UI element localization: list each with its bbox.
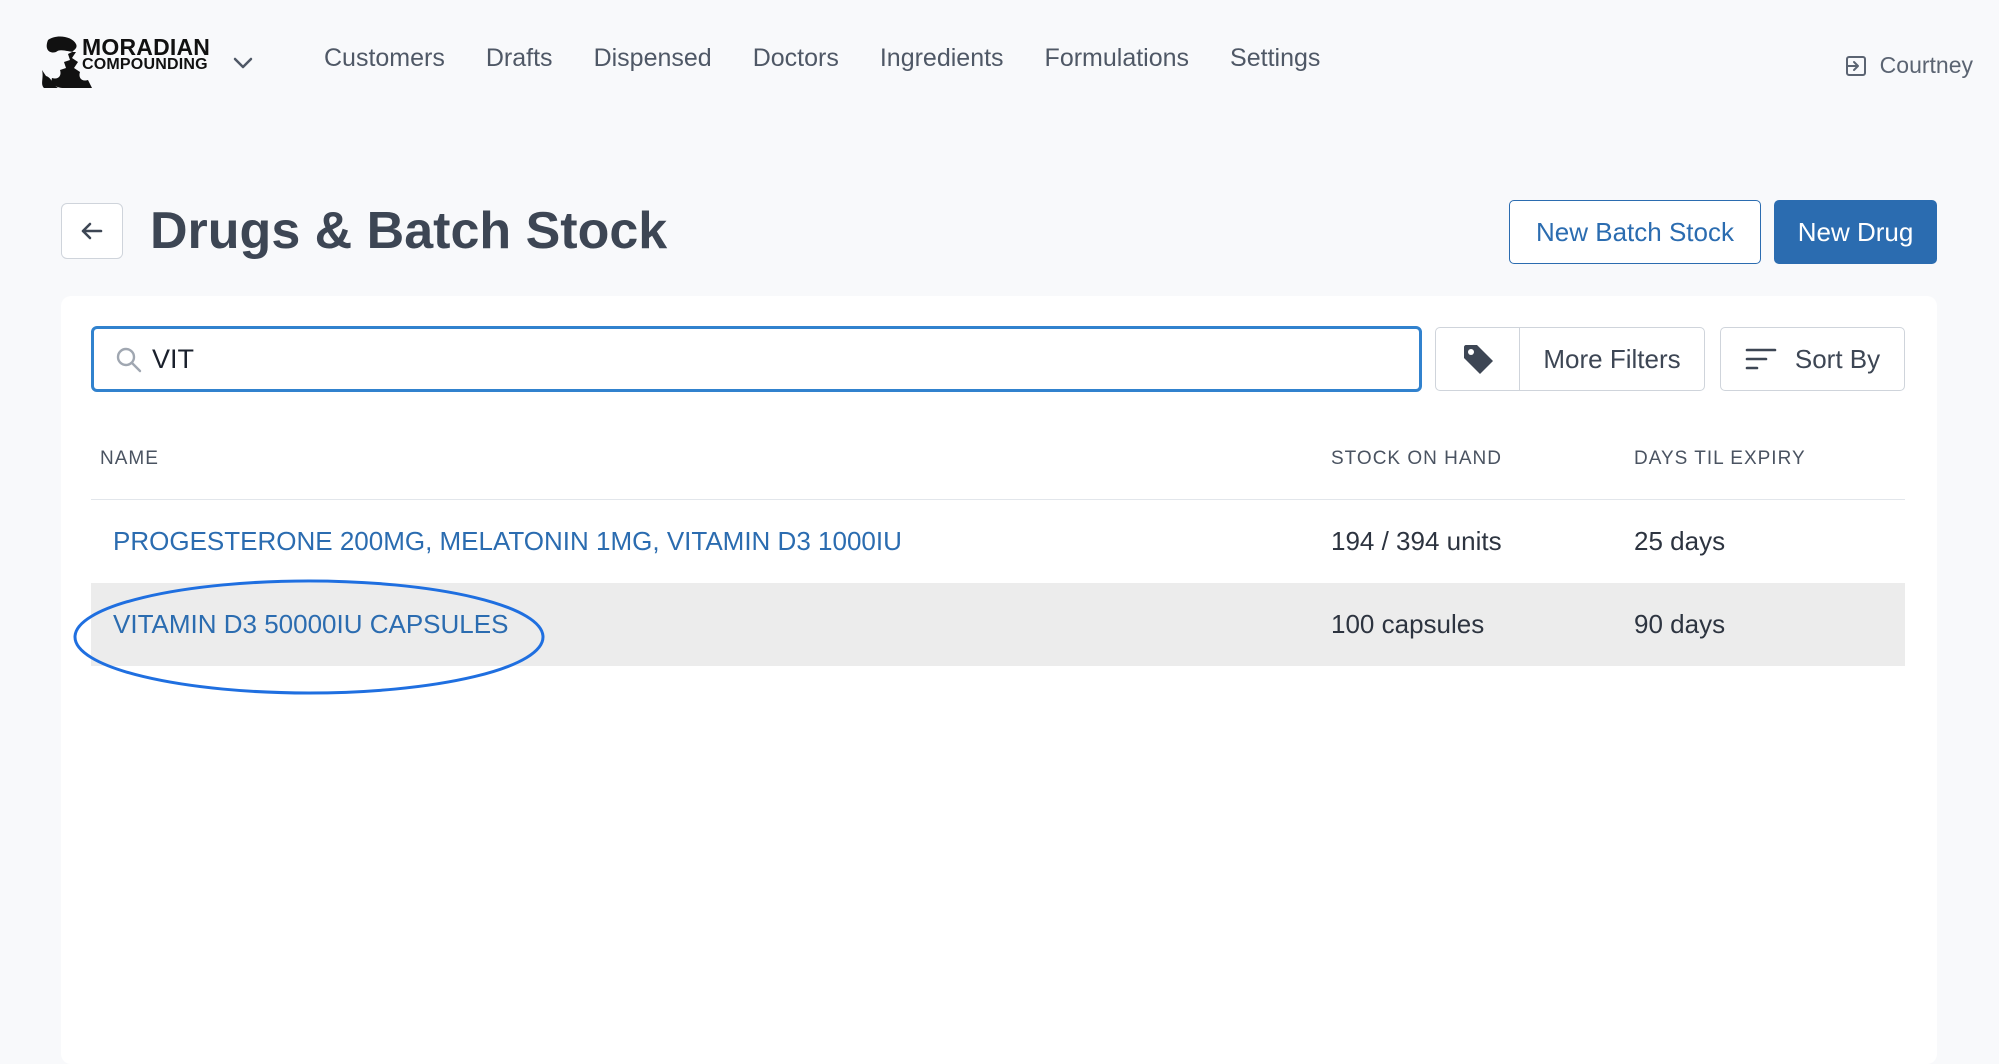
logout-icon [1845,55,1866,76]
nav-settings[interactable]: Settings [1230,44,1320,73]
more-filters-button[interactable]: More Filters [1520,328,1704,390]
column-header-stock[interactable]: STOCK ON HAND [1331,448,1502,470]
chevron-down-icon[interactable] [230,50,256,76]
table-row[interactable]: PROGESTERONE 200MG, MELATONIN 1MG, VITAM… [91,500,1905,583]
page-header: Drugs & Batch Stock New Batch Stock New … [61,200,1937,264]
nav-doctors[interactable]: Doctors [753,44,839,73]
brand-name: MORADIAN COMPOUNDING [82,34,211,74]
nav-drafts[interactable]: Drafts [486,44,553,73]
column-header-expiry[interactable]: DAYS TIL EXPIRY [1634,448,1806,470]
top-navigation: MORADIAN COMPOUNDING Customers Drafts Di… [0,0,1999,130]
drug-name-link[interactable]: VITAMIN D3 50000IU CAPSULES [113,609,508,640]
nav-ingredients[interactable]: Ingredients [880,44,1004,73]
brand-logo[interactable]: MORADIAN COMPOUNDING [38,32,210,92]
sort-by-button[interactable]: Sort By [1720,327,1905,391]
table-row[interactable]: VITAMIN D3 50000IU CAPSULES 100 capsules… [91,583,1905,666]
drugs-table: NAME STOCK ON HAND DAYS TIL EXPIRY PROGE… [91,436,1905,666]
days-til-expiry: 90 days [1634,609,1726,639]
arrow-left-icon [81,222,103,240]
tag-icon [1463,345,1493,374]
tag-filter-button[interactable] [1436,328,1520,390]
user-menu[interactable]: Courtney [1844,52,1973,79]
column-header-name[interactable]: NAME [100,448,159,470]
brand-line-1: MORADIAN [82,34,211,60]
new-drug-button[interactable]: New Drug [1774,200,1937,264]
stock-on-hand: 194 / 394 units [1331,526,1502,556]
search-box[interactable] [91,326,1422,392]
sort-by-label: Sort By [1794,343,1881,374]
nav-dispensed[interactable]: Dispensed [594,44,712,73]
search-input[interactable] [152,337,1392,381]
main-nav: Customers Drafts Dispensed Doctors Ingre… [324,44,1361,73]
drug-name-link[interactable]: PROGESTERONE 200MG, MELATONIN 1MG, VITAM… [113,526,902,557]
table-header: NAME STOCK ON HAND DAYS TIL EXPIRY [91,436,1905,500]
new-batch-stock-button[interactable]: New Batch Stock [1509,200,1761,264]
back-button[interactable] [61,203,123,259]
nav-customers[interactable]: Customers [324,44,445,73]
page-title: Drugs & Batch Stock [150,202,668,260]
sort-lines-icon [1745,348,1777,370]
search-icon [116,347,142,373]
drugs-card: More Filters Sort By NAME STOCK ON HAND … [61,296,1937,1064]
days-til-expiry: 25 days [1634,526,1726,556]
stock-on-hand: 100 capsules [1331,609,1485,639]
brand-line-2: COMPOUNDING [82,56,208,73]
user-name: Courtney [1879,52,1973,78]
filter-group: More Filters [1435,327,1705,391]
nav-formulations[interactable]: Formulations [1045,44,1190,73]
